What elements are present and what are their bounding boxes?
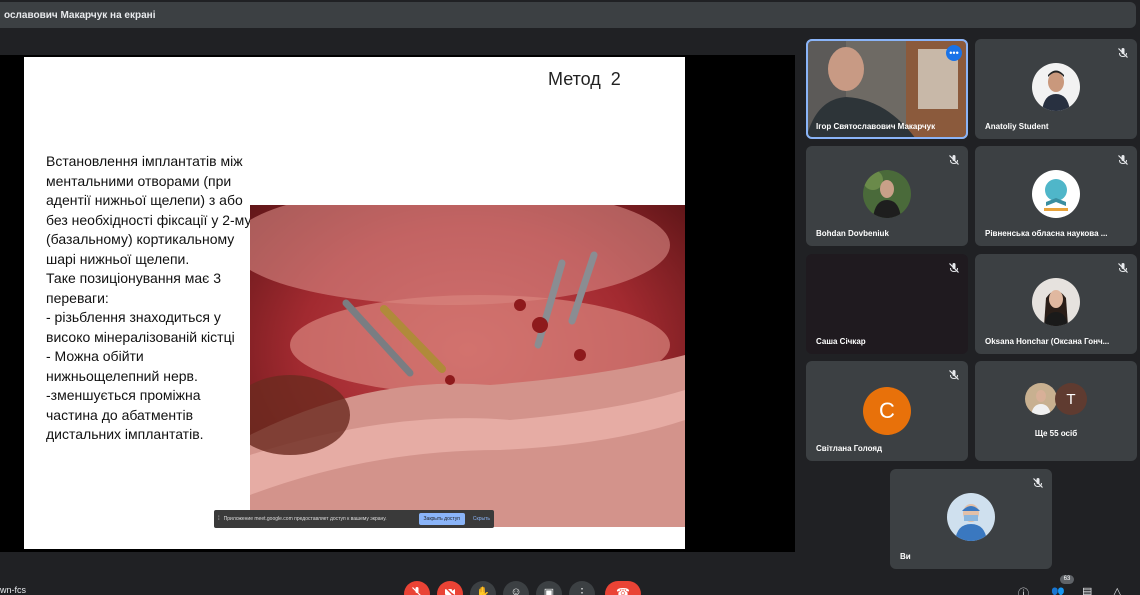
- mic-off-icon: [949, 370, 959, 380]
- camera-off-icon[interactable]: [437, 581, 463, 595]
- participant-tile[interactable]: Oksana Honchar (Оксана Гонч...: [975, 254, 1137, 354]
- hide-notification-link[interactable]: Скрыть: [469, 516, 490, 522]
- more-vert-icon[interactable]: ⋮: [569, 581, 595, 595]
- avatar: [947, 493, 995, 541]
- avatar: [863, 170, 911, 218]
- participant-name: Ви: [900, 552, 911, 561]
- participant-tile[interactable]: Anatoliy Student: [975, 39, 1137, 139]
- info-icon[interactable]: ⓘ: [1018, 585, 1029, 595]
- activities-icon[interactable]: △: [1113, 585, 1121, 595]
- presenting-banner-text: ославович Макарчук на екрані: [4, 9, 156, 21]
- presenting-banner: ославович Макарчук на екрані: [0, 2, 1136, 28]
- slide-body: Встановлення імплантатів між ментальними…: [46, 152, 256, 445]
- slide-line: Таке позиціонування має 3 переваги:: [46, 270, 221, 306]
- mic-off-icon: [1118, 155, 1128, 165]
- avatar-letter: Т: [1055, 383, 1087, 415]
- participant-tile[interactable]: Саша Січкар: [806, 254, 968, 354]
- emoji-icon[interactable]: ☺: [503, 581, 529, 595]
- slide-line: -зменшується проміжна частина до абатмен…: [46, 387, 204, 442]
- slide-line: - Можна обійти нижньощелепний нерв.: [46, 348, 198, 384]
- participant-name: Світлана Голояд: [816, 444, 883, 453]
- presentation-stage[interactable]: Метод 2 Встановлення імплантатів між мен…: [0, 55, 795, 552]
- screen-share-notification: ⁞ Приложение meet.google.com предоставля…: [214, 510, 494, 528]
- avatar: [1025, 383, 1057, 415]
- participant-tile[interactable]: Bohdan Dovbeniuk: [806, 146, 968, 246]
- clinical-photo: [250, 205, 685, 527]
- avatar-letter: С: [863, 387, 911, 435]
- participant-tile[interactable]: ••• Ігор Святославович Макарчук: [806, 39, 968, 139]
- participant-name: Oksana Honchar (Оксана Гонч...: [985, 337, 1110, 346]
- participant-name: Рівненська обласна наукова ...: [985, 229, 1108, 238]
- raise-hand-icon[interactable]: ✋: [470, 581, 496, 595]
- participant-name: Bohdan Dovbeniuk: [816, 229, 889, 238]
- slide-title: Метод 2: [548, 69, 621, 89]
- meeting-code: wn-fcs: [0, 585, 27, 595]
- mic-off-icon[interactable]: [404, 581, 430, 595]
- hangup-icon[interactable]: ☎: [605, 581, 641, 595]
- more-options-icon[interactable]: •••: [946, 45, 962, 61]
- slide: Метод 2 Встановлення імплантатів між мен…: [24, 57, 685, 549]
- more-participants-tile[interactable]: Т Ще 55 осіб: [975, 361, 1137, 461]
- people-icon[interactable]: 👥: [1051, 585, 1065, 595]
- participant-name: Ігор Святославович Макарчук: [816, 122, 936, 131]
- mic-off-icon: [1118, 263, 1128, 273]
- slide-line: - різьблення знаходиться у високо мінера…: [46, 309, 235, 345]
- mic-off-icon: [1033, 478, 1043, 488]
- mic-off-icon: [949, 263, 959, 273]
- stop-sharing-button[interactable]: Закрыть доступ: [418, 513, 465, 525]
- library-logo: [1032, 170, 1080, 218]
- avatar: [1032, 278, 1080, 326]
- more-participants-label: Ще 55 осіб: [1034, 429, 1078, 438]
- participant-tile[interactable]: Рівненська обласна наукова ...: [975, 146, 1137, 246]
- slide-line: Встановлення імплантатів між ментальними…: [46, 153, 252, 267]
- mic-off-icon: [949, 155, 959, 165]
- participant-name: Саша Січкар: [816, 337, 866, 346]
- grip-icon: ⁞: [218, 516, 220, 522]
- participant-tile[interactable]: С Світлана Голояд: [806, 361, 968, 461]
- present-icon[interactable]: ▣: [536, 581, 562, 595]
- meet-window: ославович Макарчук на екрані Метод 2 Вст…: [0, 0, 1140, 595]
- screen-share-text: Приложение meet.google.com предоставляет…: [223, 516, 387, 522]
- mic-off-icon: [1118, 48, 1128, 58]
- participant-count-badge: 63: [1060, 575, 1074, 584]
- self-tile[interactable]: Ви: [890, 469, 1052, 569]
- more-avatars: Т: [1025, 383, 1087, 415]
- participant-name: Anatoliy Student: [985, 122, 1049, 131]
- avatar: [1032, 63, 1080, 111]
- chat-icon[interactable]: ▤: [1082, 585, 1092, 595]
- control-bar: wn-fcs ✋ ☺ ▣ ⋮ ☎ ⓘ 👥 ▤ △: [0, 575, 1140, 595]
